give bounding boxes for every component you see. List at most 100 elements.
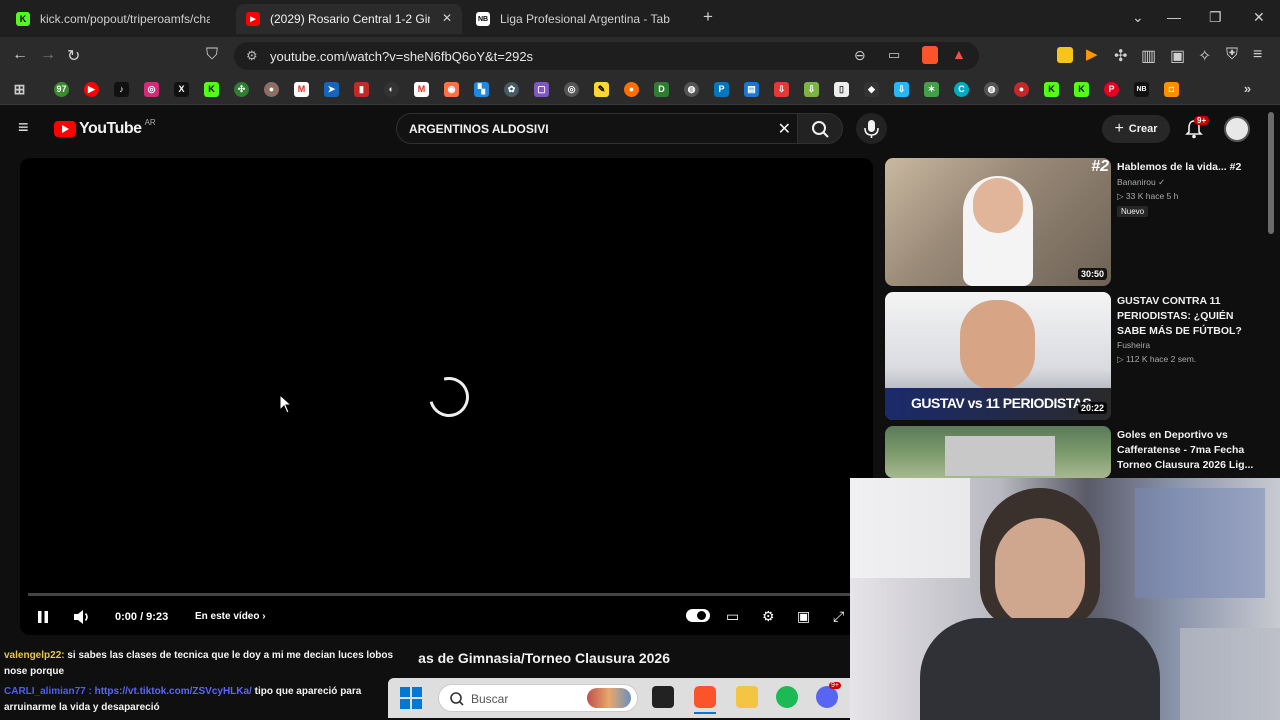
bookmark-icon[interactable]: C: [954, 82, 969, 97]
bookmark-icon[interactable]: ▯: [834, 82, 849, 97]
pinterest-bookmark-icon[interactable]: P: [1104, 82, 1119, 97]
cast-icon[interactable]: ▭: [888, 47, 900, 63]
bookmark-icon[interactable]: ●: [624, 82, 639, 97]
search-input[interactable]: ARGENTINOS ALDOSIVI ✕: [396, 113, 798, 144]
reload-icon[interactable]: ↻: [67, 46, 80, 66]
tab-youtube-video[interactable]: ▶ (2029) Rosario Central 1-2 Gimna ✕: [236, 4, 462, 34]
file-explorer-icon[interactable]: [736, 686, 758, 708]
hamburger-menu-icon[interactable]: ≡: [18, 117, 29, 138]
scrollbar[interactable]: [1268, 112, 1274, 234]
brave-rewards-icon[interactable]: ▲: [952, 46, 966, 62]
channel-name[interactable]: Bananirou ✓: [1117, 175, 1165, 190]
search-button[interactable]: [797, 113, 843, 144]
bookmark-icon[interactable]: ✎: [594, 82, 609, 97]
youtube-logo[interactable]: YouTube AR: [54, 118, 156, 138]
bookmark-icon[interactable]: 97: [54, 82, 69, 97]
tab-liga-profesional[interactable]: NB Liga Profesional Argentina - Tabla, f…: [466, 4, 692, 34]
subtitles-icon[interactable]: ▭: [726, 608, 739, 625]
bookmark-icon[interactable]: ▚: [474, 82, 489, 97]
spotify-icon[interactable]: [776, 686, 798, 708]
chapters-button[interactable]: En este vídeo ›: [195, 611, 266, 622]
download-bookmark-icon[interactable]: ⇩: [804, 82, 819, 97]
miniplayer-icon[interactable]: ▣: [797, 608, 810, 625]
site-settings-icon[interactable]: ⚙: [246, 48, 258, 64]
bookmark-icon[interactable]: ◆: [864, 82, 879, 97]
gmail-bookmark-icon[interactable]: M: [294, 82, 309, 97]
nb-bookmark-icon[interactable]: NB: [1134, 82, 1149, 97]
fullscreen-icon[interactable]: ⤢: [833, 608, 844, 625]
globe-bookmark-icon[interactable]: ◍: [984, 82, 999, 97]
bookmark-icon[interactable]: ➤: [324, 82, 339, 97]
minimize-icon[interactable]: —: [1167, 9, 1181, 25]
play-extension-icon[interactable]: ▶: [1086, 45, 1098, 63]
brave-browser-icon[interactable]: [694, 686, 716, 708]
kick-bookmark-icon[interactable]: K: [1074, 82, 1089, 97]
back-arrow-icon[interactable]: ←: [12, 46, 28, 64]
task-view-icon[interactable]: [652, 686, 674, 708]
close-window-icon[interactable]: ✕: [1253, 9, 1265, 26]
bookmark-icon[interactable]: D: [654, 82, 669, 97]
autoplay-toggle[interactable]: [686, 609, 710, 622]
settings-gear-icon[interactable]: ⚙: [762, 608, 775, 625]
taskbar-search-input[interactable]: Buscar: [438, 684, 638, 712]
bookmark-icon[interactable]: ◘: [1164, 82, 1179, 97]
bookmark-icon[interactable]: ◐: [384, 82, 399, 97]
volume-icon[interactable]: [73, 609, 91, 625]
chat-link[interactable]: https://vt.tiktok.com/ZSVcyHLKa/: [95, 686, 252, 697]
youtube-bookmark-icon[interactable]: ▶: [84, 82, 99, 97]
avatar[interactable]: [1224, 116, 1250, 142]
recommended-video[interactable]: #2 30:50 Hablemos de la vida... #2 Banan…: [885, 158, 1265, 286]
wallet-icon[interactable]: ▣: [1170, 46, 1185, 66]
tiktok-bookmark-icon[interactable]: ♪: [114, 82, 129, 97]
forward-arrow-icon[interactable]: →: [40, 46, 56, 64]
video-thumbnail[interactable]: GUSTAV vs 11 PERIODISTAS 20:22: [885, 292, 1111, 420]
new-tab-button[interactable]: +: [703, 7, 713, 27]
bookmark-icon[interactable]: ◉: [444, 82, 459, 97]
recommended-video[interactable]: GUSTAV vs 11 PERIODISTAS 20:22 GUSTAV CO…: [885, 292, 1265, 420]
bookmark-icon[interactable]: ●: [1014, 82, 1029, 97]
bookmark-icon[interactable]: ●: [264, 82, 279, 97]
bookmark-icon[interactable]: ⇩: [894, 82, 909, 97]
menu-icon[interactable]: ≡: [1253, 46, 1262, 64]
leo-ai-icon[interactable]: ✧: [1198, 46, 1211, 66]
kick-bookmark-icon[interactable]: K: [204, 82, 219, 97]
zoom-icon[interactable]: ⊖: [854, 47, 866, 64]
tab-kick-chat[interactable]: K kick.com/popout/triperoamfs/chat: [6, 4, 234, 34]
more-bookmarks-chevron-icon[interactable]: »: [1240, 82, 1255, 97]
progress-bar[interactable]: [28, 593, 865, 596]
channel-name[interactable]: Fusheira: [1117, 338, 1150, 353]
sidebar-icon[interactable]: ▥: [1141, 46, 1156, 66]
bookmark-icon[interactable]: P: [714, 82, 729, 97]
globe-bookmark-icon[interactable]: ◍: [684, 82, 699, 97]
download-bookmark-icon[interactable]: ⇩: [774, 82, 789, 97]
kick-bookmark-icon[interactable]: K: [1044, 82, 1059, 97]
x-bookmark-icon[interactable]: X: [174, 82, 189, 97]
create-button[interactable]: + Crear: [1102, 115, 1170, 143]
pause-icon[interactable]: [36, 610, 50, 624]
gmail-bookmark-icon[interactable]: M: [414, 82, 429, 97]
bookmark-icon[interactable]: ▮: [354, 82, 369, 97]
brave-shields-icon[interactable]: [922, 46, 938, 64]
video-thumbnail[interactable]: [885, 426, 1111, 478]
bookmark-icon[interactable]: ▢: [534, 82, 549, 97]
vpn-icon[interactable]: ⛨: [1226, 46, 1238, 64]
bookmark-icon[interactable]: ⛉: [206, 46, 218, 64]
bookmark-icon[interactable]: ◎: [564, 82, 579, 97]
tab-search-chevron-icon[interactable]: ⌄: [1132, 9, 1144, 26]
bookmark-icon[interactable]: ✣: [234, 82, 249, 97]
recommended-video[interactable]: Goles en Deportivo vs Cafferatense - 7ma…: [885, 426, 1265, 478]
extension-icon[interactable]: [1057, 47, 1073, 63]
windows-start-icon[interactable]: [400, 687, 422, 709]
close-tab-icon[interactable]: ✕: [442, 11, 452, 25]
bookmark-icon[interactable]: ✿: [504, 82, 519, 97]
voice-search-button[interactable]: [856, 113, 887, 144]
bookmark-icon[interactable]: ▤: [744, 82, 759, 97]
video-player[interactable]: 0:00 / 9:23 En este vídeo › ▭ ⚙ ▣ ⤢: [20, 158, 873, 635]
bookmark-icon[interactable]: ✶: [924, 82, 939, 97]
discord-icon[interactable]: [816, 686, 838, 708]
apps-grid-icon[interactable]: ⊞: [12, 82, 27, 97]
address-bar[interactable]: ⚙ youtube.com/watch?v=sheN6fbQ6oY&t=292s…: [234, 42, 979, 70]
clear-search-icon[interactable]: ✕: [778, 119, 791, 139]
extensions-puzzle-icon[interactable]: ✣: [1114, 46, 1127, 66]
maximize-icon[interactable]: ❐: [1209, 9, 1222, 26]
